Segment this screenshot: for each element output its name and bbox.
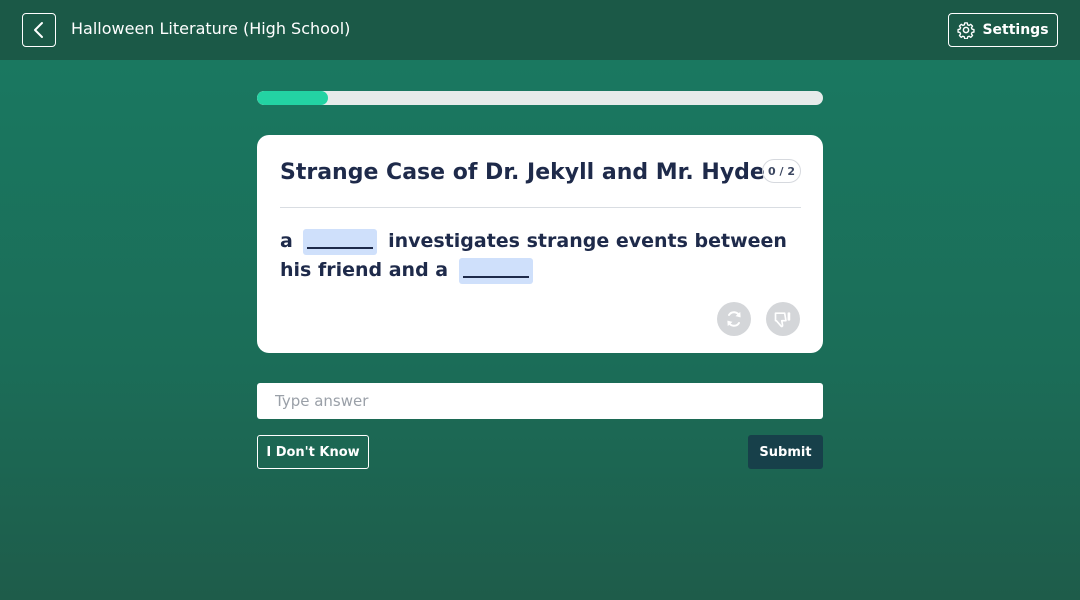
answer-blank-1 [303,228,378,255]
progress-fill [257,91,328,105]
thumbs-down-icon [774,312,791,328]
submit-button[interactable]: Submit [748,435,823,469]
settings-label: Settings [982,22,1049,38]
answer-input[interactable] [257,383,823,419]
back-button[interactable] [22,13,56,47]
top-bar: Halloween Literature (High School) Setti… [0,0,1080,60]
progress-bar [257,91,823,105]
answer-blank-2 [458,257,533,284]
prompt-text-1: a [280,230,293,252]
dont-know-button[interactable]: I Don't Know [257,435,369,469]
card-divider [280,207,801,208]
refresh-icon [727,311,741,327]
page-title: Halloween Literature (High School) [71,19,351,38]
card-title: Strange Case of Dr. Jekyll and Mr. Hyde [280,160,765,185]
question-prompt: a investigates strange events between hi… [280,227,801,285]
refresh-button[interactable] [717,302,751,336]
question-card: Strange Case of Dr. Jekyll and Mr. Hyde … [257,135,823,353]
report-button[interactable] [766,302,800,336]
gear-icon [957,22,976,39]
score-badge: 0 / 2 [762,159,801,183]
chevron-left-icon [34,22,43,38]
settings-button[interactable]: Settings [948,13,1058,47]
